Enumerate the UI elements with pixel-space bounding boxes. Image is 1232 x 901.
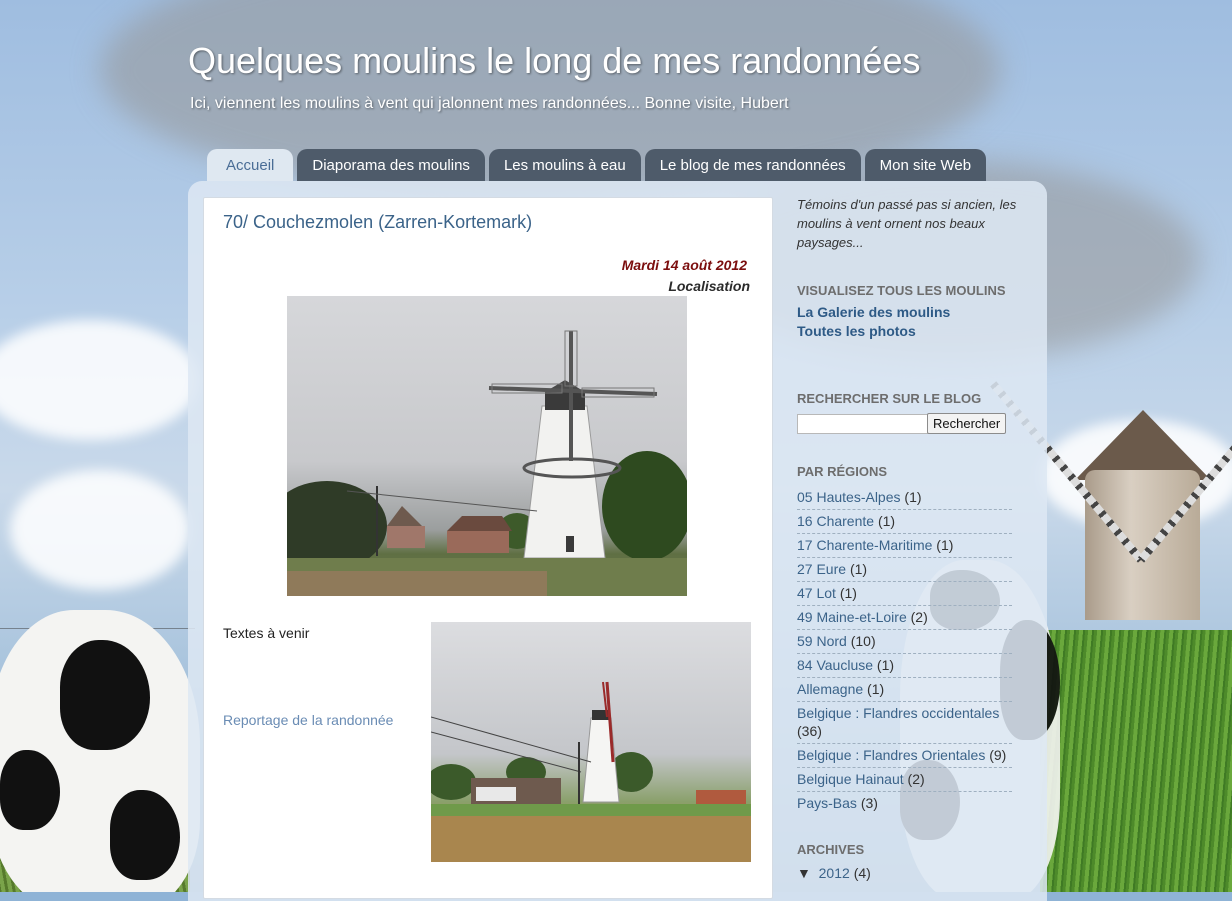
list-item: 84 Vaucluse (1): [797, 654, 1012, 678]
post-title[interactable]: 70/ Couchezmolen (Zarren-Kortemark): [223, 212, 532, 233]
region-count: (1): [849, 561, 868, 577]
region-count: (2): [907, 771, 925, 787]
regions-heading: Par régions: [797, 464, 888, 479]
landscape-photo[interactable]: [431, 622, 751, 862]
gallery-heading: Visualisez tous les moulins: [797, 283, 1006, 298]
page-tabs: Accueil Diaporama des moulins Les moulin…: [207, 149, 987, 181]
post-body-text: Textes à venir: [223, 625, 310, 641]
archive-year-link[interactable]: 2012: [819, 865, 850, 881]
list-item: Belgique : Flandres occidentales (36): [797, 702, 1012, 744]
list-item: 59 Nord (10): [797, 630, 1012, 654]
sidebar-intro: Témoins d'un passé pas si ancien, les mo…: [797, 197, 1017, 250]
archive-count: (4): [853, 865, 871, 881]
region-count: (1): [936, 537, 954, 553]
region-count: (10): [850, 633, 876, 649]
post-date: Mardi 14 août 2012: [621, 257, 747, 273]
gallery-link[interactable]: La Galerie des moulins: [797, 304, 950, 320]
archives-heading: Archives: [797, 842, 865, 857]
region-link[interactable]: Allemagne: [797, 681, 863, 697]
post-location-label: Localisation: [668, 278, 750, 294]
region-count: (1): [877, 513, 896, 529]
tab-diaporama[interactable]: Diaporama des moulins: [297, 149, 485, 181]
list-item: 17 Charente-Maritime (1): [797, 534, 1012, 558]
region-count: (1): [867, 681, 885, 697]
region-link[interactable]: 17 Charente-Maritime: [797, 537, 932, 553]
region-link[interactable]: 59 Nord: [797, 633, 847, 649]
windmill-tower: [1085, 470, 1200, 620]
blog-title[interactable]: Quelques moulins le long de mes randonné…: [188, 40, 920, 82]
reportage-link[interactable]: Reportage de la randonnée: [223, 712, 393, 728]
list-item: Allemagne (1): [797, 678, 1012, 702]
region-count: (36): [797, 723, 822, 739]
region-count: (3): [860, 795, 878, 811]
list-item: Pays-Bas (3): [797, 792, 1012, 815]
region-count: (1): [876, 657, 895, 673]
region-link[interactable]: 05 Hautes-Alpes: [797, 489, 901, 505]
region-count: (9): [989, 747, 1007, 763]
list-item: Belgique : Flandres Orientales (9): [797, 744, 1012, 768]
list-item: 16 Charente (1): [797, 510, 1012, 534]
region-count: (1): [839, 585, 857, 601]
region-count: (2): [910, 609, 928, 625]
cloud: [10, 470, 190, 590]
region-link[interactable]: 49 Maine-et-Loire: [797, 609, 907, 625]
region-link[interactable]: 47 Lot: [797, 585, 836, 601]
all-photos-link[interactable]: Toutes les photos: [797, 323, 916, 339]
archive-year-row: ▼ 2012 (4): [797, 865, 871, 881]
blog-description: Ici, viennent les moulins à vent qui jal…: [190, 95, 789, 112]
search-button[interactable]: Rechercher: [927, 413, 1007, 434]
region-link[interactable]: 16 Charente: [797, 513, 874, 529]
region-link[interactable]: Pays-Bas: [797, 795, 857, 811]
list-item: 27 Eure (1): [797, 558, 1012, 582]
list-item: 49 Maine-et-Loire (2): [797, 606, 1012, 630]
windmill-photo[interactable]: [287, 296, 687, 596]
search-input[interactable]: [797, 414, 929, 434]
tab-site-web[interactable]: Mon site Web: [864, 149, 987, 181]
windmill-photo-graphic: [287, 330, 687, 596]
list-item: 47 Lot (1): [797, 582, 1012, 606]
region-link[interactable]: Belgique : Flandres Orientales: [797, 747, 985, 763]
grass-field: [1040, 630, 1232, 892]
expand-toggle-icon[interactable]: ▼: [797, 865, 811, 881]
tab-moulins-a-eau[interactable]: Les moulins à eau: [488, 149, 641, 181]
region-link[interactable]: Belgique : Flandres occidentales: [797, 705, 999, 721]
region-link[interactable]: 27 Eure: [797, 561, 846, 577]
search-heading: Rechercher sur le blog: [797, 391, 982, 406]
region-link[interactable]: Belgique Hainaut: [797, 771, 904, 787]
list-item: 05 Hautes-Alpes (1): [797, 486, 1012, 510]
region-link[interactable]: 84 Vaucluse: [797, 657, 873, 673]
list-item: Belgique Hainaut (2): [797, 768, 1012, 792]
region-count: (1): [904, 489, 922, 505]
regions-list: 05 Hautes-Alpes (1) 16 Charente (1) 17 C…: [797, 486, 1012, 815]
landscape-photo-graphic: [431, 681, 751, 862]
tab-accueil[interactable]: Accueil: [207, 149, 294, 181]
cow-left: [0, 610, 200, 892]
tab-blog-randonnees[interactable]: Le blog de mes randonnées: [644, 149, 861, 181]
